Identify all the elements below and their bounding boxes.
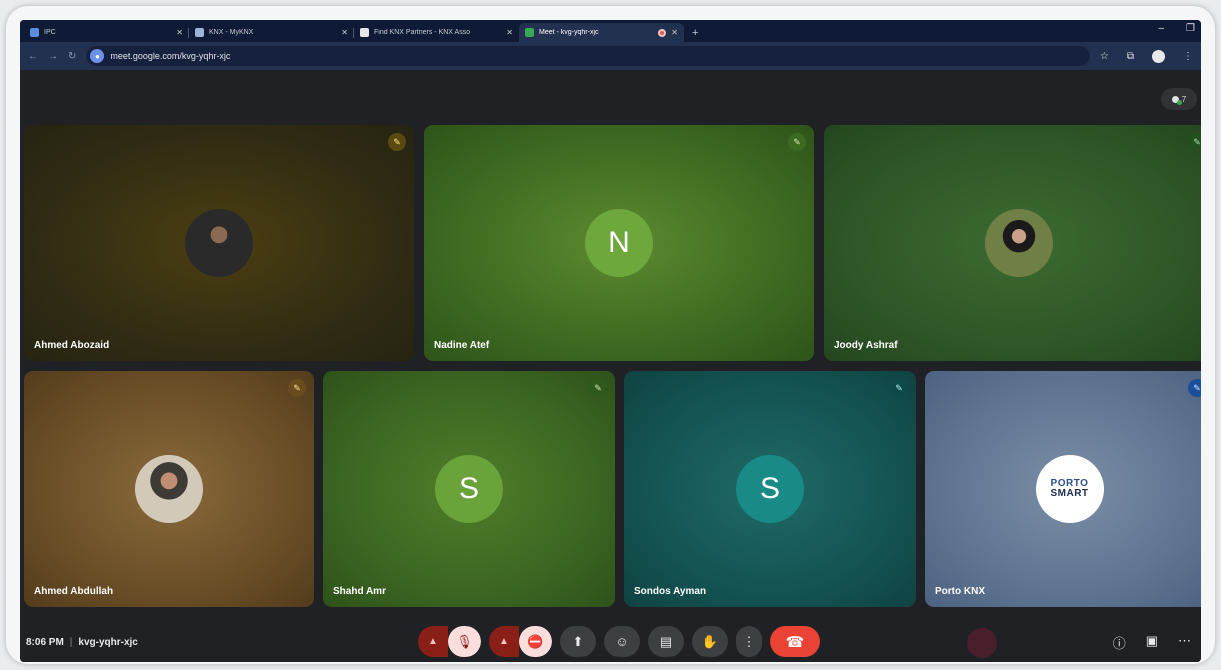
participant-tile[interactable]: ✎ Ahmed Abdullah <box>24 371 314 607</box>
tab-meet[interactable]: Meet - kvg-yqhr-xjc ✕ <box>519 23 684 42</box>
meet-stage: 7 ✎ Ahmed Abozaid N ✎ Nadine Atef ✎ Jood… <box>20 70 1201 662</box>
participant-name: Nadine Atef <box>434 340 490 351</box>
people-count-pill[interactable]: 7 <box>1161 88 1197 110</box>
maximize-icon[interactable]: ❐ <box>1186 23 1195 34</box>
tab-knx-partners[interactable]: Find KNX Partners - KNX Asso ✕ <box>354 23 519 42</box>
tab-title: Find KNX Partners - KNX Asso <box>374 29 471 36</box>
mic-muted-icon: ✎ <box>288 379 306 397</box>
participant-tile[interactable]: ✎ Joody Ashraf <box>824 125 1201 361</box>
participant-tile[interactable]: S ✎ Sondos Ayman <box>624 371 916 607</box>
tab-title: Meet - kvg-yqhr-xjc <box>539 29 599 36</box>
participant-avatar: N <box>585 209 653 277</box>
porto-smart-logo: SMART <box>1050 488 1089 499</box>
meeting-time: 8:06 PM <box>26 636 64 648</box>
present-icon[interactable]: ⬆ <box>560 626 596 657</box>
activities-icon[interactable]: ⋯ <box>1178 633 1191 652</box>
mic-muted-icon: ✎ <box>388 133 406 151</box>
menu-icon[interactable]: ⋮ <box>1183 51 1193 62</box>
bookmark-star-icon[interactable]: ☆ <box>1100 51 1109 62</box>
participant-avatar: S <box>435 455 503 523</box>
participant-name: Sondos Ayman <box>634 586 707 597</box>
tab-ipc[interactable]: IPC ✕ <box>24 23 189 42</box>
extensions-icon[interactable]: ⧉ <box>1127 51 1134 62</box>
meet-favicon-icon <box>525 28 534 37</box>
close-icon[interactable]: ✕ <box>341 28 348 37</box>
back-icon[interactable]: ← <box>28 51 38 62</box>
chat-icon[interactable]: ▣ <box>1146 633 1158 652</box>
window-controls: – ❐ <box>1158 23 1195 34</box>
new-tab-icon[interactable]: + <box>684 27 706 42</box>
url-text: meet.google.com/kvg-yqhr-xjc <box>110 51 231 61</box>
camera-off-icon[interactable]: ⛔ <box>519 626 552 657</box>
ipc-favicon-icon <box>30 28 39 37</box>
browser-toolbar: ← → ↻ ● meet.google.com/kvg-yqhr-xjc ☆ ⧉… <box>20 42 1201 70</box>
site-info-icon[interactable]: ● <box>90 49 105 63</box>
participant-name: Joody Ashraf <box>834 340 898 351</box>
tab-title: KNX - MyKNX <box>209 29 254 36</box>
knx-favicon-icon <box>360 28 369 37</box>
profile-avatar[interactable] <box>1152 49 1165 63</box>
tab-title: IPC <box>44 29 56 36</box>
browser-window: IPC ✕ KNX - MyKNX ✕ Find KNX Partners - … <box>20 20 1201 662</box>
mic-control: ▲ 🎙 <box>418 626 481 657</box>
close-icon[interactable]: ✕ <box>506 28 513 37</box>
end-call-icon[interactable]: ☎ <box>770 626 820 657</box>
mouse-cursor-highlight <box>967 628 997 658</box>
participant-tile[interactable]: PORTO SMART ✎ Porto KNX <box>925 371 1201 607</box>
minimize-icon[interactable]: – <box>1158 23 1164 34</box>
info-icon[interactable]: ⓘ <box>1113 633 1126 652</box>
recording-icon <box>658 28 667 37</box>
address-bar[interactable]: ● meet.google.com/kvg-yqhr-xjc <box>86 46 1090 66</box>
participant-avatar: PORTO SMART <box>1035 455 1104 523</box>
people-count-icon: 7 <box>1181 94 1187 104</box>
meeting-info: 8:06 PM | kvg-yqhr-xjc <box>26 637 138 648</box>
participant-name: Ahmed Abdullah <box>34 586 114 597</box>
reload-icon[interactable]: ↻ <box>68 51 76 62</box>
people-icon <box>1171 95 1182 105</box>
meeting-info-separator: | <box>69 636 73 648</box>
knx-favicon-icon <box>195 28 204 37</box>
emoji-icon[interactable]: ☺ <box>604 626 640 657</box>
captions-icon[interactable]: ▤ <box>648 626 684 657</box>
speaking-indicator-icon: ✎ <box>1188 379 1201 397</box>
close-icon[interactable]: ✕ <box>176 28 183 37</box>
mic-muted-icon: ✎ <box>1188 133 1201 151</box>
mic-muted-icon: ✎ <box>890 379 908 397</box>
tab-strip: IPC ✕ KNX - MyKNX ✕ Find KNX Partners - … <box>20 20 1201 42</box>
meeting-code: kvg-yqhr-xjc <box>78 636 138 648</box>
mic-off-icon[interactable]: 🎙 <box>448 626 481 657</box>
participant-avatar <box>135 455 203 523</box>
forward-icon[interactable]: → <box>48 51 58 62</box>
participant-tile[interactable]: S ✎ Shahd Amr <box>323 371 615 607</box>
close-icon[interactable]: ✕ <box>671 28 678 37</box>
chevron-up-icon[interactable]: ▲ <box>489 626 519 657</box>
toolbar-icons: ☆ ⧉ ⋮ <box>1100 49 1193 63</box>
participant-tile[interactable]: ✎ Ahmed Abozaid <box>24 125 414 361</box>
mic-muted-icon: ✎ <box>589 379 607 397</box>
participant-tile[interactable]: N ✎ Nadine Atef <box>424 125 814 361</box>
more-options-icon[interactable]: ⋮ <box>736 626 762 657</box>
camera-control: ▲ ⛔ <box>489 626 552 657</box>
call-controls: ▲ 🎙 ▲ ⛔ ⬆ ☺ ▤ ✋ ⋮ ☎ <box>418 626 820 657</box>
participant-name: Ahmed Abozaid <box>34 340 110 351</box>
participant-avatar <box>985 209 1053 277</box>
participant-name: Shahd Amr <box>333 586 386 597</box>
side-panel-controls: ⓘ ▣ ⋯ <box>1113 633 1191 652</box>
chevron-up-icon[interactable]: ▲ <box>418 626 448 657</box>
tab-myknx[interactable]: KNX - MyKNX ✕ <box>189 23 354 42</box>
mic-muted-icon: ✎ <box>788 133 806 151</box>
call-controls-bar: 8:06 PM | kvg-yqhr-xjc ▲ 🎙 ▲ ⛔ ⬆ ☺ ▤ ✋ ⋮… <box>20 622 1201 662</box>
participant-avatar <box>185 209 253 277</box>
raise-hand-icon[interactable]: ✋ <box>692 626 728 657</box>
participant-name: Porto KNX <box>935 586 985 597</box>
participant-avatar: S <box>736 455 804 523</box>
